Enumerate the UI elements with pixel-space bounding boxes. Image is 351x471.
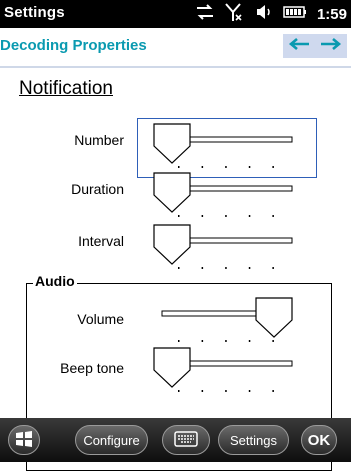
- duration-slider[interactable]: [150, 169, 300, 221]
- slider-tick: [201, 390, 204, 392]
- configure-button[interactable]: Configure: [75, 425, 148, 455]
- slider-tick: [225, 267, 227, 269]
- windows-start-icon: [15, 430, 33, 451]
- battery-icon[interactable]: [283, 5, 307, 24]
- interval-slider[interactable]: [150, 221, 300, 273]
- volume-slider[interactable]: [150, 294, 300, 346]
- duration-label: Duration: [71, 181, 124, 197]
- taskbar: Configure Settings OK: [0, 418, 351, 462]
- keyboard-button[interactable]: [162, 425, 210, 455]
- slider-tick: [272, 166, 274, 168]
- slider-tick: [272, 215, 274, 217]
- ok-label: OK: [307, 431, 331, 449]
- slider-thumb: [153, 224, 191, 265]
- keyboard-icon: [174, 430, 198, 450]
- slider-thumb: [153, 347, 191, 388]
- configure-label: Configure: [83, 432, 140, 448]
- slider-tick: [178, 267, 180, 269]
- connectivity-icon[interactable]: [195, 3, 215, 26]
- slider-tick: [225, 340, 227, 342]
- status-bar: Settings 1:59: [0, 0, 351, 28]
- section-title-notification: Notification: [19, 78, 113, 99]
- slider-tick: [178, 215, 180, 217]
- volume-label: Volume: [77, 311, 124, 327]
- slider-tick: [248, 267, 251, 269]
- page-header: Decoding Properties: [0, 28, 351, 68]
- slider-tick: [201, 267, 204, 269]
- settings-content: Notification Number Duration Interval Au…: [0, 68, 351, 471]
- audio-group-label: Audio: [33, 273, 77, 289]
- ok-button[interactable]: OK: [301, 425, 337, 455]
- settings-button[interactable]: Settings: [218, 425, 289, 455]
- slider-thumb: [153, 172, 191, 213]
- slider-tick: [201, 166, 204, 168]
- slider-tick: [272, 267, 274, 269]
- forward-arrow-icon[interactable]: [320, 37, 342, 56]
- slider-tick: [248, 166, 251, 168]
- page-title: Decoding Properties: [0, 37, 147, 54]
- beep-tone-label: Beep tone: [60, 360, 124, 376]
- slider-thumb: [153, 123, 191, 164]
- volume-icon[interactable]: [253, 3, 273, 26]
- slider-thumb: [255, 297, 293, 338]
- number-label: Number: [74, 132, 124, 148]
- number-slider[interactable]: [150, 120, 300, 172]
- slider-tick: [201, 340, 204, 342]
- page-nav: [283, 34, 347, 58]
- beep-tone-slider[interactable]: [150, 344, 300, 396]
- slider-tick: [225, 166, 227, 168]
- slider-tick: [201, 215, 204, 217]
- no-signal-icon[interactable]: [225, 2, 243, 27]
- slider-tick: [272, 340, 274, 342]
- clock[interactable]: 1:59: [317, 6, 347, 23]
- slider-tick: [225, 390, 227, 392]
- slider-tick: [272, 390, 274, 392]
- interval-label: Interval: [78, 233, 124, 249]
- status-bar-title: Settings: [4, 4, 65, 21]
- start-button[interactable]: [8, 425, 40, 455]
- slider-tick: [225, 215, 227, 217]
- slider-tick: [178, 340, 180, 342]
- slider-tick: [248, 390, 251, 392]
- slider-tick: [248, 340, 251, 342]
- settings-label: Settings: [230, 432, 277, 448]
- slider-tick: [178, 166, 180, 168]
- back-arrow-icon[interactable]: [288, 37, 310, 56]
- status-icons: 1:59: [195, 2, 347, 26]
- slider-tick: [248, 215, 251, 217]
- slider-tick: [178, 390, 180, 392]
